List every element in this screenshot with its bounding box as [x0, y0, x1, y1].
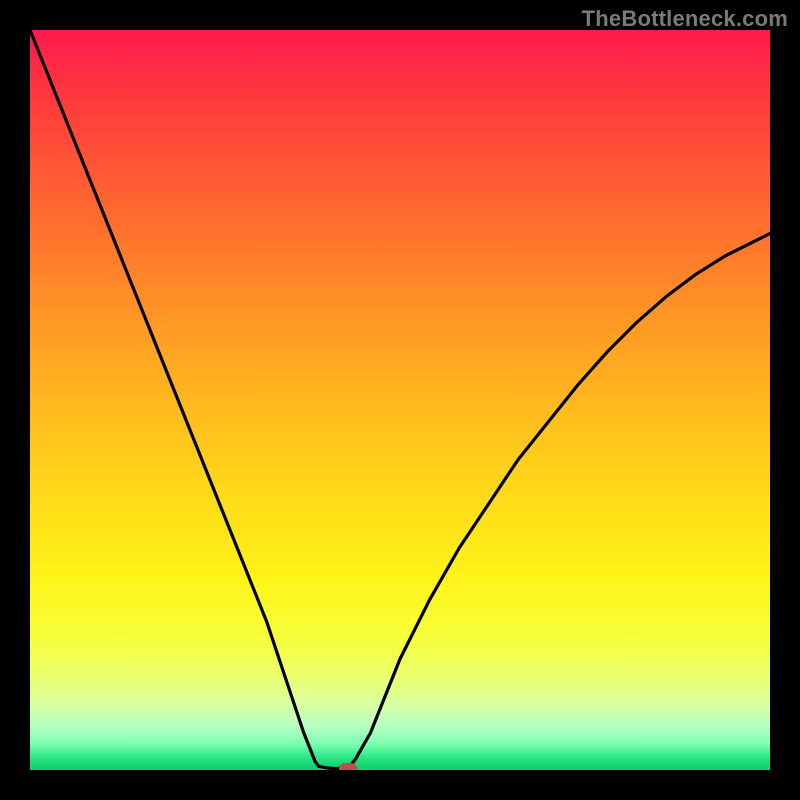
- chart-frame: TheBottleneck.com: [0, 0, 800, 800]
- plot-area: [30, 30, 770, 770]
- watermark-text: TheBottleneck.com: [582, 6, 788, 32]
- bottleneck-curve: [30, 30, 770, 770]
- curve-path: [30, 30, 770, 769]
- minimum-marker: [339, 763, 357, 770]
